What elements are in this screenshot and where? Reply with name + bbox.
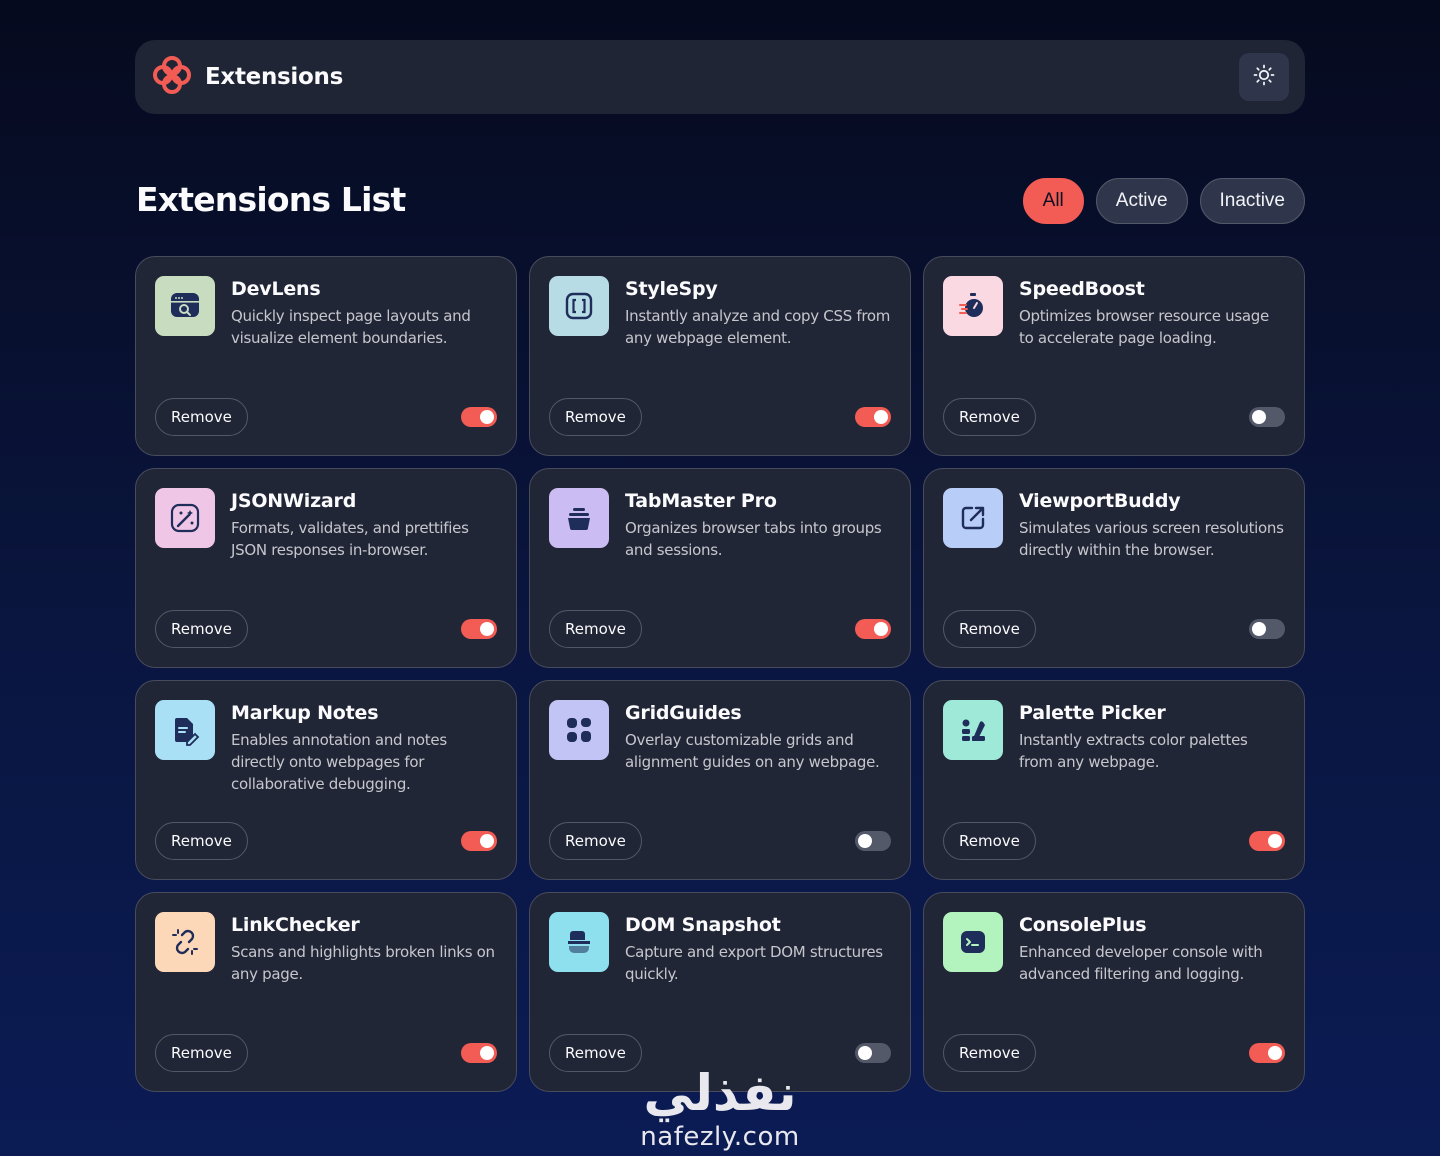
filter-active-button[interactable]: Active (1095, 178, 1188, 224)
consoleplus-terminal-icon (943, 912, 1003, 972)
extension-toggle[interactable] (1249, 619, 1285, 639)
toggle-knob (480, 834, 494, 848)
stylespy-brackets-icon (549, 276, 609, 336)
extension-toggle[interactable] (855, 619, 891, 639)
palettepicker-swatch-icon (943, 700, 1003, 760)
extension-card: TabMaster Pro Organizes browser tabs int… (529, 468, 911, 668)
speedboost-stopwatch-icon (943, 276, 1003, 336)
extension-toggle[interactable] (1249, 831, 1285, 851)
extension-toggle[interactable] (855, 1043, 891, 1063)
extension-card: StyleSpy Instantly analyze and copy CSS … (529, 256, 911, 456)
toggle-knob (1268, 1046, 1282, 1060)
extension-toggle[interactable] (461, 1043, 497, 1063)
toggle-knob (480, 410, 494, 424)
remove-button[interactable]: Remove (943, 610, 1036, 648)
markupnotes-note-icon (155, 700, 215, 760)
logo-flower-icon (151, 54, 193, 100)
extension-description: Capture and export DOM structures quickl… (625, 943, 883, 983)
gridguides-grid-icon (549, 700, 609, 760)
toggle-knob (1252, 410, 1266, 424)
toggle-knob (858, 1046, 872, 1060)
extension-description: Quickly inspect page layouts and visuali… (231, 307, 471, 347)
toggle-knob (480, 622, 494, 636)
extension-name: LinkChecker (231, 914, 360, 936)
extension-name: GridGuides (625, 702, 742, 724)
extension-card: JSONWizard Formats, validates, and prett… (135, 468, 517, 668)
extension-toggle[interactable] (461, 407, 497, 427)
devlens-search-window-icon (155, 276, 215, 336)
remove-button[interactable]: Remove (155, 398, 248, 436)
remove-button[interactable]: Remove (155, 822, 248, 860)
extension-name: Palette Picker (1019, 702, 1166, 724)
extension-name: StyleSpy (625, 278, 718, 300)
extension-toggle[interactable] (461, 831, 497, 851)
remove-button[interactable]: Remove (943, 398, 1036, 436)
watermark-latin: nafezly.com (640, 1122, 800, 1152)
extension-card: Markup Notes Enables annotation and note… (135, 680, 517, 880)
remove-button[interactable]: Remove (549, 822, 642, 860)
extension-name: ConsolePlus (1019, 914, 1147, 936)
extension-description: Scans and highlights broken links on any… (231, 943, 495, 983)
toggle-knob (874, 622, 888, 636)
extension-name: ViewportBuddy (1019, 490, 1181, 512)
extension-description: Instantly extracts color palettes from a… (1019, 731, 1248, 771)
extension-toggle[interactable] (461, 619, 497, 639)
extension-name: JSONWizard (231, 490, 357, 512)
extension-description: Formats, validates, and prettifies JSON … (231, 519, 469, 559)
remove-button[interactable]: Remove (155, 1034, 248, 1072)
watermark-arabic: نفذلي (643, 1064, 797, 1122)
toggle-knob (874, 410, 888, 424)
extension-description: Optimizes browser resource usage to acce… (1019, 307, 1269, 347)
extension-toggle[interactable] (855, 831, 891, 851)
app-header: Extensions (135, 40, 1305, 114)
filter-group: All Active Inactive (1022, 178, 1305, 224)
viewportbuddy-resize-icon (943, 488, 1003, 548)
extension-description: Enables annotation and notes directly on… (231, 731, 447, 793)
extension-card: GridGuides Overlay customizable grids an… (529, 680, 911, 880)
extension-description: Organizes browser tabs into groups and s… (625, 519, 882, 559)
sun-icon (1253, 64, 1275, 90)
extension-card: Palette Picker Instantly extracts color … (923, 680, 1305, 880)
remove-button[interactable]: Remove (943, 822, 1036, 860)
app-title: Extensions (205, 64, 343, 90)
remove-button[interactable]: Remove (549, 610, 642, 648)
toggle-knob (1268, 834, 1282, 848)
toggle-knob (1252, 622, 1266, 636)
remove-button[interactable]: Remove (549, 398, 642, 436)
extension-name: Markup Notes (231, 702, 379, 724)
extension-toggle[interactable] (855, 407, 891, 427)
page-title: Extensions List (136, 180, 406, 219)
extension-toggle[interactable] (1249, 407, 1285, 427)
extension-name: DevLens (231, 278, 321, 300)
toggle-knob (480, 1046, 494, 1060)
extension-card: ViewportBuddy Simulates various screen r… (923, 468, 1305, 668)
extension-card: DevLens Quickly inspect page layouts and… (135, 256, 517, 456)
remove-button[interactable]: Remove (943, 1034, 1036, 1072)
toggle-knob (858, 834, 872, 848)
theme-toggle-button[interactable] (1239, 53, 1289, 101)
extension-name: DOM Snapshot (625, 914, 781, 936)
remove-button[interactable]: Remove (155, 610, 248, 648)
extension-toggle[interactable] (1249, 1043, 1285, 1063)
extension-card: LinkChecker Scans and highlights broken … (135, 892, 517, 1092)
extension-description: Simulates various screen resolutions dir… (1019, 519, 1284, 559)
extension-description: Overlay customizable grids and alignment… (625, 731, 880, 771)
extension-name: TabMaster Pro (625, 490, 777, 512)
watermark: نفذلي nafezly.com (620, 1060, 820, 1152)
filter-inactive-button[interactable]: Inactive (1199, 178, 1305, 224)
tabmaster-stack-icon (549, 488, 609, 548)
extension-card: ConsolePlus Enhanced developer console w… (923, 892, 1305, 1092)
extensions-grid: DevLens Quickly inspect page layouts and… (135, 256, 1305, 1092)
domsnapshot-camera-icon (549, 912, 609, 972)
logo[interactable]: Extensions (151, 54, 343, 100)
extension-description: Instantly analyze and copy CSS from any … (625, 307, 891, 347)
extension-name: SpeedBoost (1019, 278, 1145, 300)
extension-description: Enhanced developer console with advanced… (1019, 943, 1263, 983)
filter-all-button[interactable]: All (1022, 178, 1084, 224)
linkchecker-broken-link-icon (155, 912, 215, 972)
jsonwizard-wand-icon (155, 488, 215, 548)
extension-card: SpeedBoost Optimizes browser resource us… (923, 256, 1305, 456)
